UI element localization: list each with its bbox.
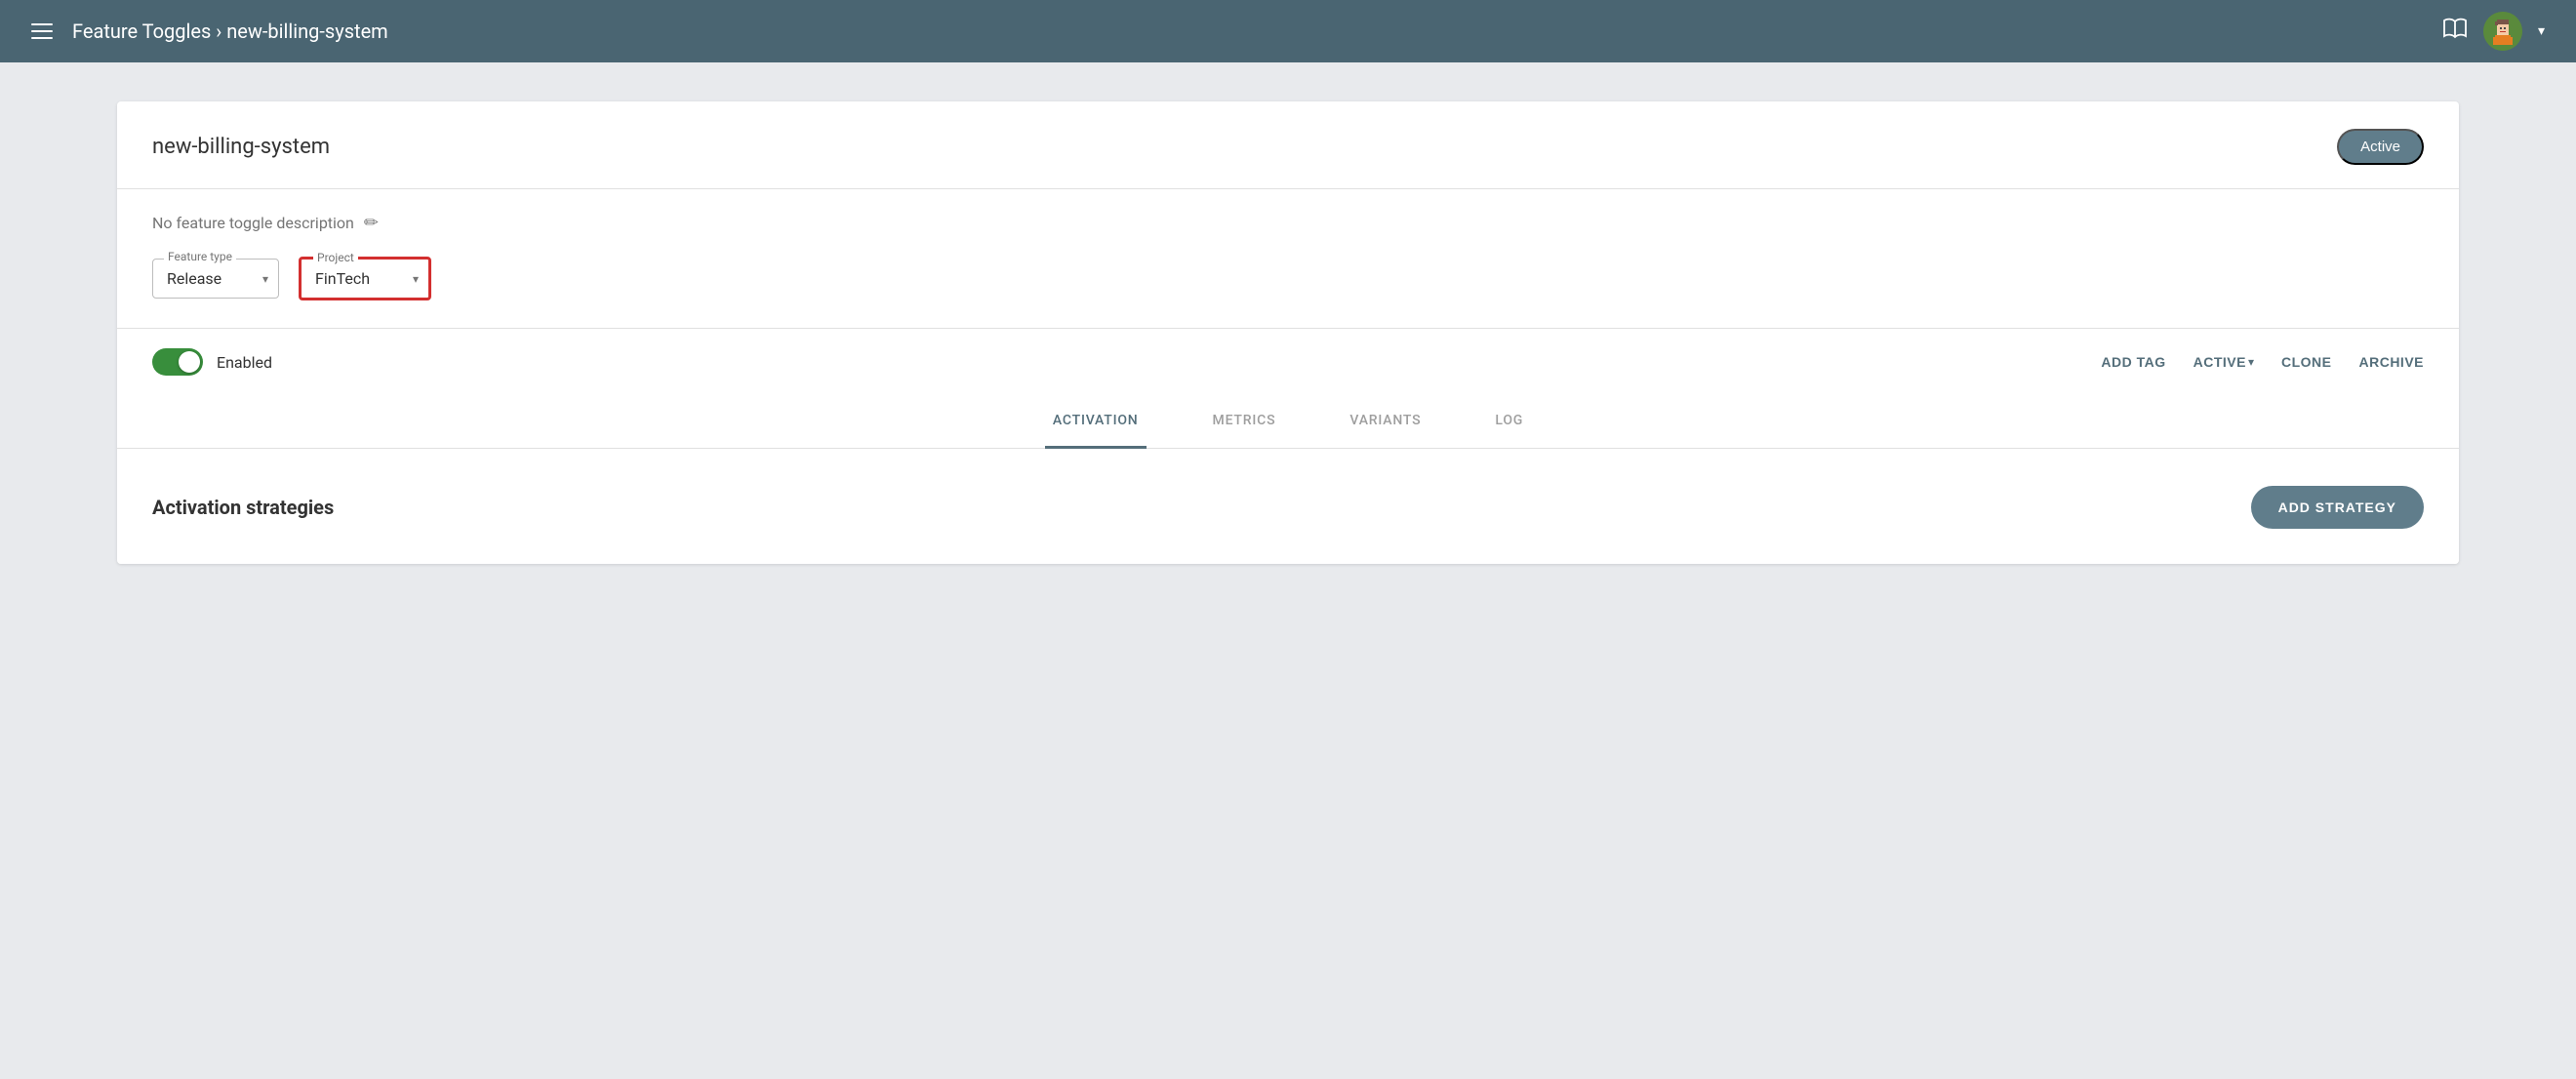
enabled-label: Enabled <box>217 353 272 372</box>
activation-section: Activation strategies ADD STRATEGY <box>117 451 2459 564</box>
feature-type-arrow-icon: ▾ <box>262 272 268 286</box>
nav-title: Feature Toggles › new-billing-system <box>72 20 388 43</box>
feature-type-label: Feature type <box>164 250 236 263</box>
feature-toggle-card: new-billing-system Active No feature tog… <box>117 101 2459 564</box>
action-buttons: ADD TAG ACTIVE ▾ CLONE ARCHIVE <box>2101 354 2424 370</box>
user-avatar[interactable] <box>2483 12 2522 51</box>
active-button[interactable]: ACTIVE <box>2194 354 2246 370</box>
project-select-container: Project FinTech ▾ <box>299 257 431 300</box>
tab-metrics[interactable]: METRICS <box>1205 395 1284 449</box>
project-group: Project FinTech ▾ <box>299 257 431 300</box>
project-value: FinTech <box>315 269 370 288</box>
active-button-group: ACTIVE ▾ <box>2194 354 2254 370</box>
controls-row: Feature type Release ▾ Project FinTech ▾ <box>117 257 2459 328</box>
nav-left: Feature Toggles › new-billing-system <box>31 20 388 43</box>
tab-activation[interactable]: ACTIVATION <box>1045 395 1147 449</box>
feature-type-select[interactable]: Release ▾ <box>152 259 279 299</box>
active-badge[interactable]: Active <box>2337 129 2424 165</box>
hamburger-menu-button[interactable] <box>31 23 53 39</box>
archive-button[interactable]: ARCHIVE <box>2358 354 2424 370</box>
activation-strategies-title: Activation strategies <box>152 496 334 519</box>
add-tag-button[interactable]: ADD TAG <box>2101 354 2165 370</box>
add-strategy-button[interactable]: ADD STRATEGY <box>2251 486 2424 529</box>
clone-button[interactable]: CLONE <box>2281 354 2332 370</box>
tab-variants[interactable]: VARIANTS <box>1342 395 1429 449</box>
top-navigation: Feature Toggles › new-billing-system <box>0 0 2576 62</box>
enabled-row: Enabled <box>152 348 272 376</box>
documentation-icon[interactable] <box>2442 18 2468 45</box>
description-section: No feature toggle description ✏ <box>117 189 2459 233</box>
card-header: new-billing-system Active <box>117 101 2459 189</box>
user-menu-chevron[interactable]: ▾ <box>2538 23 2545 39</box>
nav-right: ▾ <box>2442 12 2545 51</box>
active-dropdown-icon[interactable]: ▾ <box>2248 355 2254 369</box>
feature-type-select-container: Feature type Release ▾ <box>152 259 279 299</box>
enabled-toggle[interactable] <box>152 348 203 376</box>
project-arrow-icon: ▾ <box>413 272 419 286</box>
toggle-thumb <box>179 351 200 373</box>
action-bar: Enabled ADD TAG ACTIVE ▾ CLONE ARCHIVE <box>117 328 2459 395</box>
feature-type-value: Release <box>167 269 221 288</box>
feature-type-group: Feature type Release ▾ <box>152 259 279 299</box>
edit-description-icon[interactable]: ✏ <box>364 213 379 233</box>
page-content: new-billing-system Active No feature tog… <box>0 62 2576 603</box>
description-text: No feature toggle description <box>152 214 354 232</box>
description-row: No feature toggle description ✏ <box>152 213 2424 233</box>
project-label: Project <box>313 251 358 264</box>
tab-log[interactable]: LOG <box>1487 395 1531 449</box>
project-select[interactable]: FinTech ▾ <box>302 260 428 298</box>
tabs-bar: ACTIVATION METRICS VARIANTS LOG <box>117 395 2459 449</box>
feature-toggle-name: new-billing-system <box>152 135 330 159</box>
